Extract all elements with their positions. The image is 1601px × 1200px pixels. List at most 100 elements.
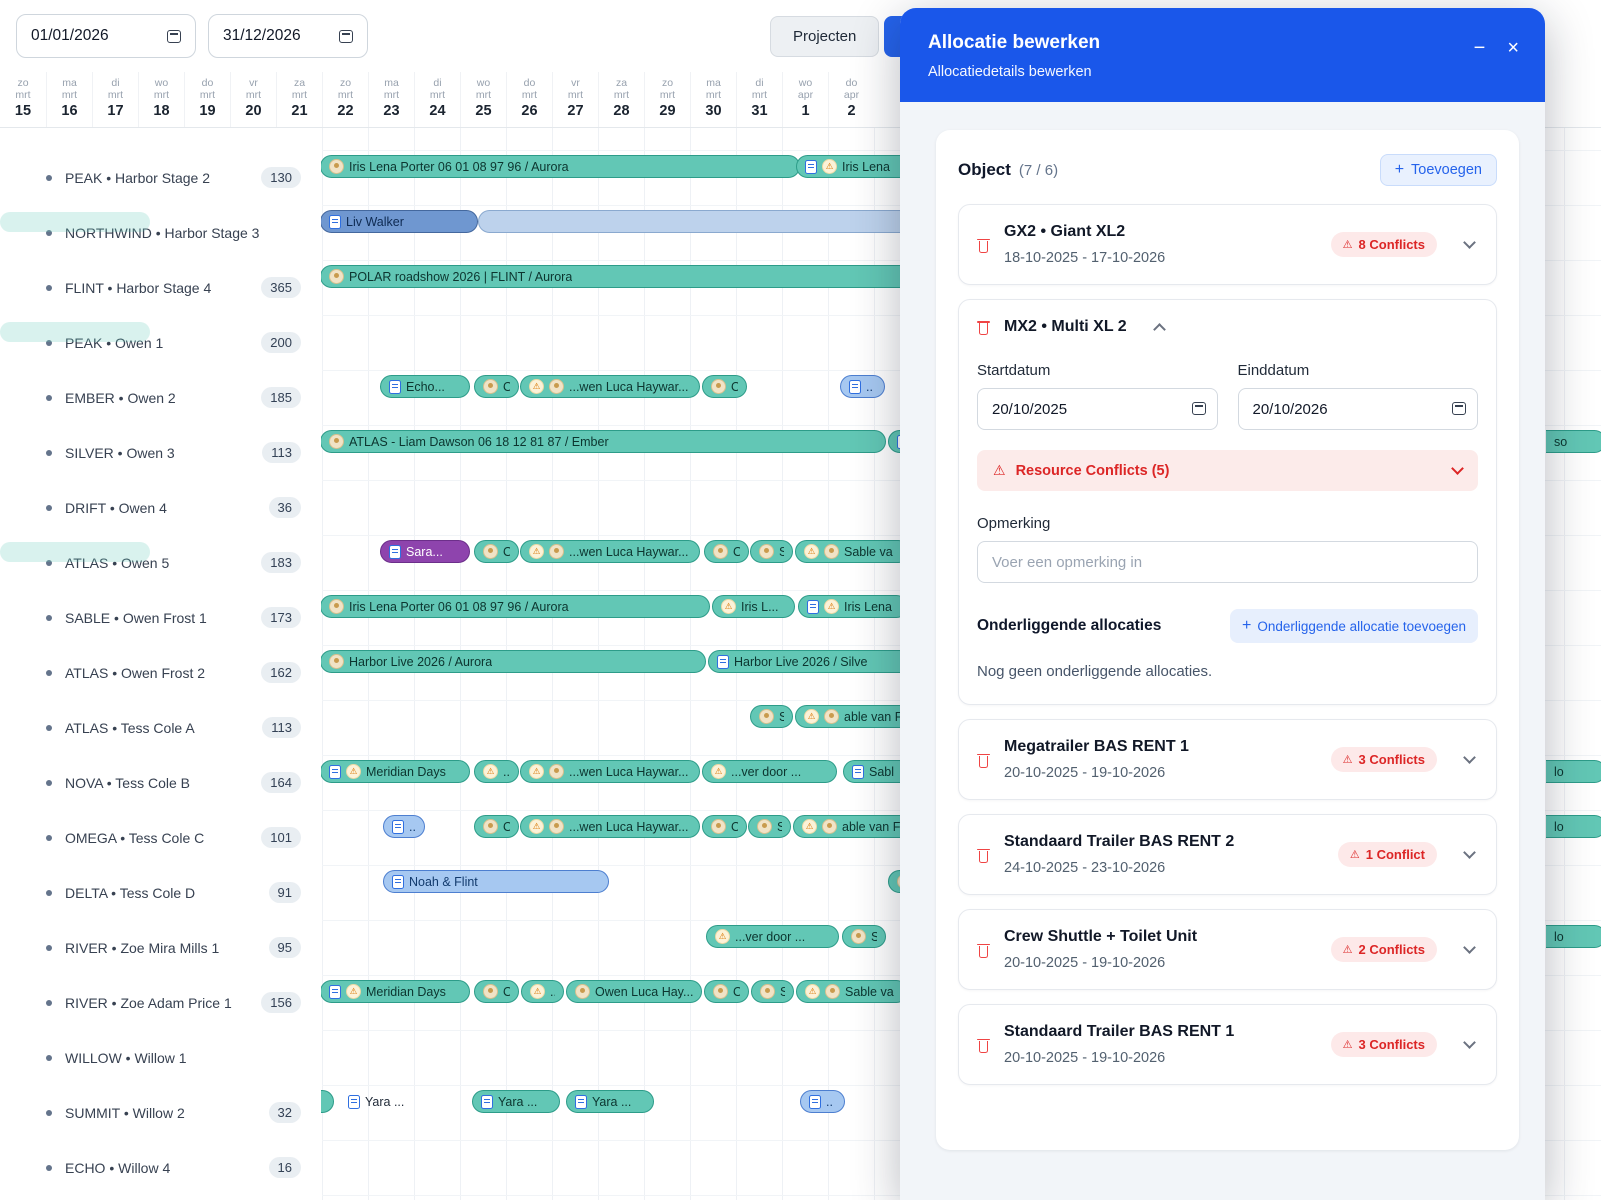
gantt-bar[interactable]: S...: [750, 705, 793, 728]
panel-surface: Object (7 / 6) + Toevoegen GX2 • Giant X…: [936, 130, 1519, 1150]
gantt-bar[interactable]: S...: [751, 980, 794, 1003]
end-date-input[interactable]: [1237, 388, 1478, 430]
minimize-icon[interactable]: −: [1474, 38, 1486, 58]
date-from-input[interactable]: 01/01/2026: [16, 14, 196, 58]
gantt-bar[interactable]: ⚠ Iris L...: [712, 595, 795, 618]
resource-row[interactable]: RIVER • Zoe Adam Price 1 156: [0, 975, 321, 1030]
resource-row[interactable]: RIVER • Zoe Mira Mills 1 95: [0, 920, 321, 975]
chevron-down-icon[interactable]: [1463, 1036, 1476, 1049]
gantt-bar[interactable]: Iris Lena Porter 06 01 08 97 96 / Aurora: [320, 595, 710, 618]
resource-row[interactable]: ECHO • Willow 4 16: [0, 1140, 321, 1195]
add-underlying-allocation-button[interactable]: + Onderliggende allocatie toevoegen: [1229, 609, 1478, 643]
gantt-bar[interactable]: ⚠ Iris Lena: [796, 155, 916, 178]
resource-row[interactable]: SABLE • Owen Frost 1 173: [0, 590, 321, 645]
gantt-bar[interactable]: Harbor Live 2026 / Aurora: [320, 650, 706, 673]
chevron-down-icon[interactable]: [1463, 751, 1476, 764]
gantt-bar[interactable]: ⚠..: [474, 760, 519, 783]
gantt-bar[interactable]: O...: [474, 540, 519, 563]
gantt-bar[interactable]: so: [1546, 430, 1601, 453]
gantt-bar[interactable]: ⚠ ...wen Luca Haywar...: [520, 815, 700, 838]
gantt-bar[interactable]: O...: [704, 540, 749, 563]
resource-count-badge: 113: [262, 442, 301, 463]
gantt-bar[interactable]: O...: [702, 815, 747, 838]
gantt-bar[interactable]: O...: [474, 815, 519, 838]
resource-row[interactable]: OMEGA • Tess Cole C 101: [0, 810, 321, 865]
gantt-bar[interactable]: O...: [474, 375, 519, 398]
resource-conflicts-banner[interactable]: ⚠ Resource Conflicts (5): [977, 450, 1478, 491]
resource-row[interactable]: ATLAS • Owen Frost 2 162: [0, 645, 321, 700]
gantt-bar[interactable]: Liv Walker: [320, 210, 478, 233]
trash-icon[interactable]: [977, 319, 990, 335]
object-title: Crew Shuttle + Toilet Unit: [1004, 928, 1198, 945]
gantt-bar[interactable]: O...: [474, 980, 519, 1003]
trash-icon[interactable]: [977, 237, 990, 253]
gantt-bar[interactable]: ..: [383, 815, 425, 838]
bullet-icon: [46, 669, 52, 676]
resource-row[interactable]: PEAK • Harbor Stage 2 130: [0, 150, 321, 205]
gantt-bar[interactable]: Sara...: [380, 540, 470, 563]
resource-row[interactable]: NORTHWIND • Harbor Stage 3: [0, 205, 321, 260]
trash-icon[interactable]: [977, 942, 990, 958]
comment-input[interactable]: [977, 541, 1478, 583]
start-date-input[interactable]: [977, 388, 1218, 430]
resource-row[interactable]: WILLOW • Willow 1: [0, 1030, 321, 1085]
close-icon[interactable]: ×: [1507, 38, 1519, 58]
chevron-down-icon[interactable]: [1463, 846, 1476, 859]
gantt-bar[interactable]: ⚠ Sable va: [796, 980, 908, 1003]
resource-row[interactable]: FLINT • Harbor Stage 4 365: [0, 260, 321, 315]
resource-row[interactable]: NOVA • Tess Cole B 164: [0, 755, 321, 810]
gantt-bar[interactable]: Yara ...: [340, 1090, 422, 1113]
gantt-bar[interactable]: ⚠ ...wen Luca Haywar...: [520, 375, 700, 398]
gantt-bar[interactable]: lo: [1546, 815, 1601, 838]
resource-row[interactable]: SILVER • Owen 3 113: [0, 425, 321, 480]
object-title: Standaard Trailer BAS RENT 1: [1004, 1023, 1235, 1040]
gantt-bar[interactable]: Owen Luca Hay...: [566, 980, 702, 1003]
trash-icon[interactable]: [977, 847, 990, 863]
gantt-bar[interactable]: ⚠ Sable va: [795, 540, 910, 563]
gantt-bar[interactable]: ⚠ ...ver door ...: [706, 925, 839, 948]
resource-row[interactable]: PEAK • Owen 1 200: [0, 315, 321, 370]
gantt-bar[interactable]: lo: [1546, 760, 1601, 783]
gantt-bar[interactable]: Iris Lena Porter 06 01 08 97 96 / Aurora: [320, 155, 800, 178]
date-to-input[interactable]: 31/12/2026: [208, 14, 368, 58]
gantt-bar[interactable]: ⚠ Iris Lena: [798, 595, 908, 618]
warning-icon: ⚠: [993, 462, 1006, 478]
trash-icon[interactable]: [977, 752, 990, 768]
gantt-bar[interactable]: ATLAS - Liam Dawson 06 18 12 81 87 / Emb…: [320, 430, 886, 453]
gantt-bar[interactable]: ⚠ ...ver door ...: [702, 760, 837, 783]
gantt-bar[interactable]: O...: [704, 980, 749, 1003]
gantt-bar[interactable]: POLAR roadshow 2026 | FLINT / Aurora: [320, 265, 980, 288]
chevron-down-icon[interactable]: [1463, 941, 1476, 954]
gantt-bar[interactable]: ⚠ Meridian Days: [320, 980, 470, 1003]
chevron-down-icon[interactable]: [1463, 236, 1476, 249]
add-object-button[interactable]: + Toevoegen: [1379, 154, 1497, 186]
gantt-bar[interactable]: Noah & Flint: [383, 870, 609, 893]
resource-row[interactable]: DELTA • Tess Cole D 91: [0, 865, 321, 920]
gantt-bar[interactable]: ⚠..: [521, 980, 564, 1003]
object-dates: 20-10-2025 - 19-10-2026: [1004, 955, 1166, 971]
resource-row[interactable]: SUMMIT • Willow 2 32: [0, 1085, 321, 1140]
resource-row[interactable]: DRIFT • Owen 4 36: [0, 480, 321, 535]
gantt-bar[interactable]: ⚠ Meridian Days: [320, 760, 470, 783]
gantt-bar[interactable]: lo: [1546, 925, 1601, 948]
gantt-bar[interactable]: S...: [750, 540, 793, 563]
resource-row[interactable]: ATLAS • Owen 5 183: [0, 535, 321, 590]
trash-icon[interactable]: [977, 1037, 990, 1053]
gantt-bar[interactable]: S...: [842, 925, 886, 948]
gantt-bar[interactable]: ⚠ ...wen Luca Haywar...: [520, 540, 700, 563]
gantt-bar[interactable]: S...: [748, 815, 791, 838]
resource-row[interactable]: EMBER • Owen 2 185: [0, 370, 321, 425]
gantt-bar[interactable]: Echo...: [380, 375, 470, 398]
gantt-bar[interactable]: O...: [702, 375, 747, 398]
avatar: [824, 544, 839, 559]
chevron-up-icon[interactable]: [1152, 322, 1166, 336]
gantt-bar[interactable]: ..: [800, 1090, 845, 1113]
gantt-bar[interactable]: ⚠ ...wen Luca Haywar...: [520, 760, 700, 783]
gantt-bar[interactable]: ..: [840, 375, 885, 398]
projects-button[interactable]: Projecten: [770, 16, 880, 57]
bar-label: O...: [731, 380, 738, 394]
resource-row[interactable]: ATLAS • Tess Cole A 113: [0, 700, 321, 755]
start-date-label: Startdatum: [977, 362, 1051, 379]
gantt-bar[interactable]: Yara ...: [472, 1090, 560, 1113]
gantt-bar[interactable]: Yara ...: [566, 1090, 654, 1113]
